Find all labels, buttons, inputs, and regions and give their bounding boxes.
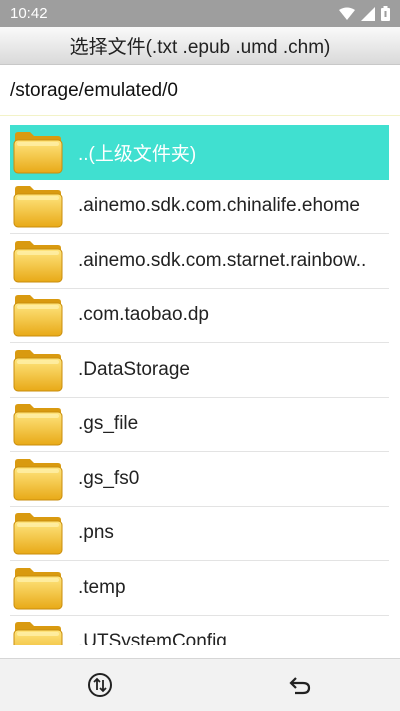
folder-icon [13, 404, 63, 446]
battery-icon [381, 6, 390, 21]
sort-icon [88, 673, 112, 697]
status-time: 10:42 [10, 5, 48, 22]
folder-icon [13, 132, 63, 174]
file-list-item[interactable]: .temp [10, 561, 389, 616]
folder-icon [13, 186, 63, 228]
current-path-bar: /storage/emulated/0 [0, 66, 400, 116]
folder-icon [13, 513, 63, 555]
file-name: .ainemo.sdk.com.chinalife.ehome [78, 195, 360, 217]
file-list-item[interactable]: .ainemo.sdk.com.starnet.rainbow.. [10, 234, 389, 289]
file-list-item[interactable]: .ainemo.sdk.com.chinalife.ehome [10, 180, 389, 234]
file-list-item[interactable]: .gs_file [10, 398, 389, 452]
file-list[interactable]: ..(上级文件夹) .ainemo.sdk.com.chinalife.ehom… [10, 125, 389, 645]
file-name: .UTSystemConfig [78, 631, 227, 645]
folder-icon [13, 240, 63, 283]
back-button[interactable] [286, 671, 314, 699]
file-name: .DataStorage [78, 358, 190, 380]
folder-icon [13, 567, 63, 610]
dialog-title: 选择文件(.txt .epub .umd .chm) [69, 37, 331, 58]
bottom-toolbar [0, 658, 400, 711]
folder-icon [13, 458, 63, 501]
folder-icon [13, 349, 63, 392]
status-bar: 10:42 [0, 0, 400, 27]
file-name: .temp [78, 576, 126, 598]
sort-button[interactable] [86, 671, 114, 699]
back-icon [289, 677, 311, 695]
file-name: .gs_file [78, 413, 139, 435]
file-list-item[interactable]: .DataStorage [10, 343, 389, 398]
file-name: .pns [78, 522, 114, 544]
file-list-item[interactable]: .pns [10, 507, 389, 561]
file-list-item[interactable]: ..(上级文件夹) [10, 125, 389, 180]
folder-icon [13, 295, 63, 337]
file-name: ..(上级文件夹) [78, 143, 197, 165]
file-list-item[interactable]: .com.taobao.dp [10, 289, 389, 343]
file-name: .ainemo.sdk.com.starnet.rainbow.. [78, 249, 367, 271]
file-list-item[interactable]: .gs_fs0 [10, 452, 389, 507]
folder-icon [13, 622, 63, 645]
dialog-title-bar: 选择文件(.txt .epub .umd .chm) [0, 27, 400, 65]
current-path: /storage/emulated/0 [10, 79, 178, 101]
status-icons [339, 6, 390, 21]
wifi-icon [339, 7, 355, 20]
signal-icon [361, 6, 375, 21]
file-name: .gs_fs0 [78, 467, 140, 489]
file-list-item[interactable]: .UTSystemConfig [10, 616, 389, 645]
file-name: .com.taobao.dp [78, 304, 209, 326]
